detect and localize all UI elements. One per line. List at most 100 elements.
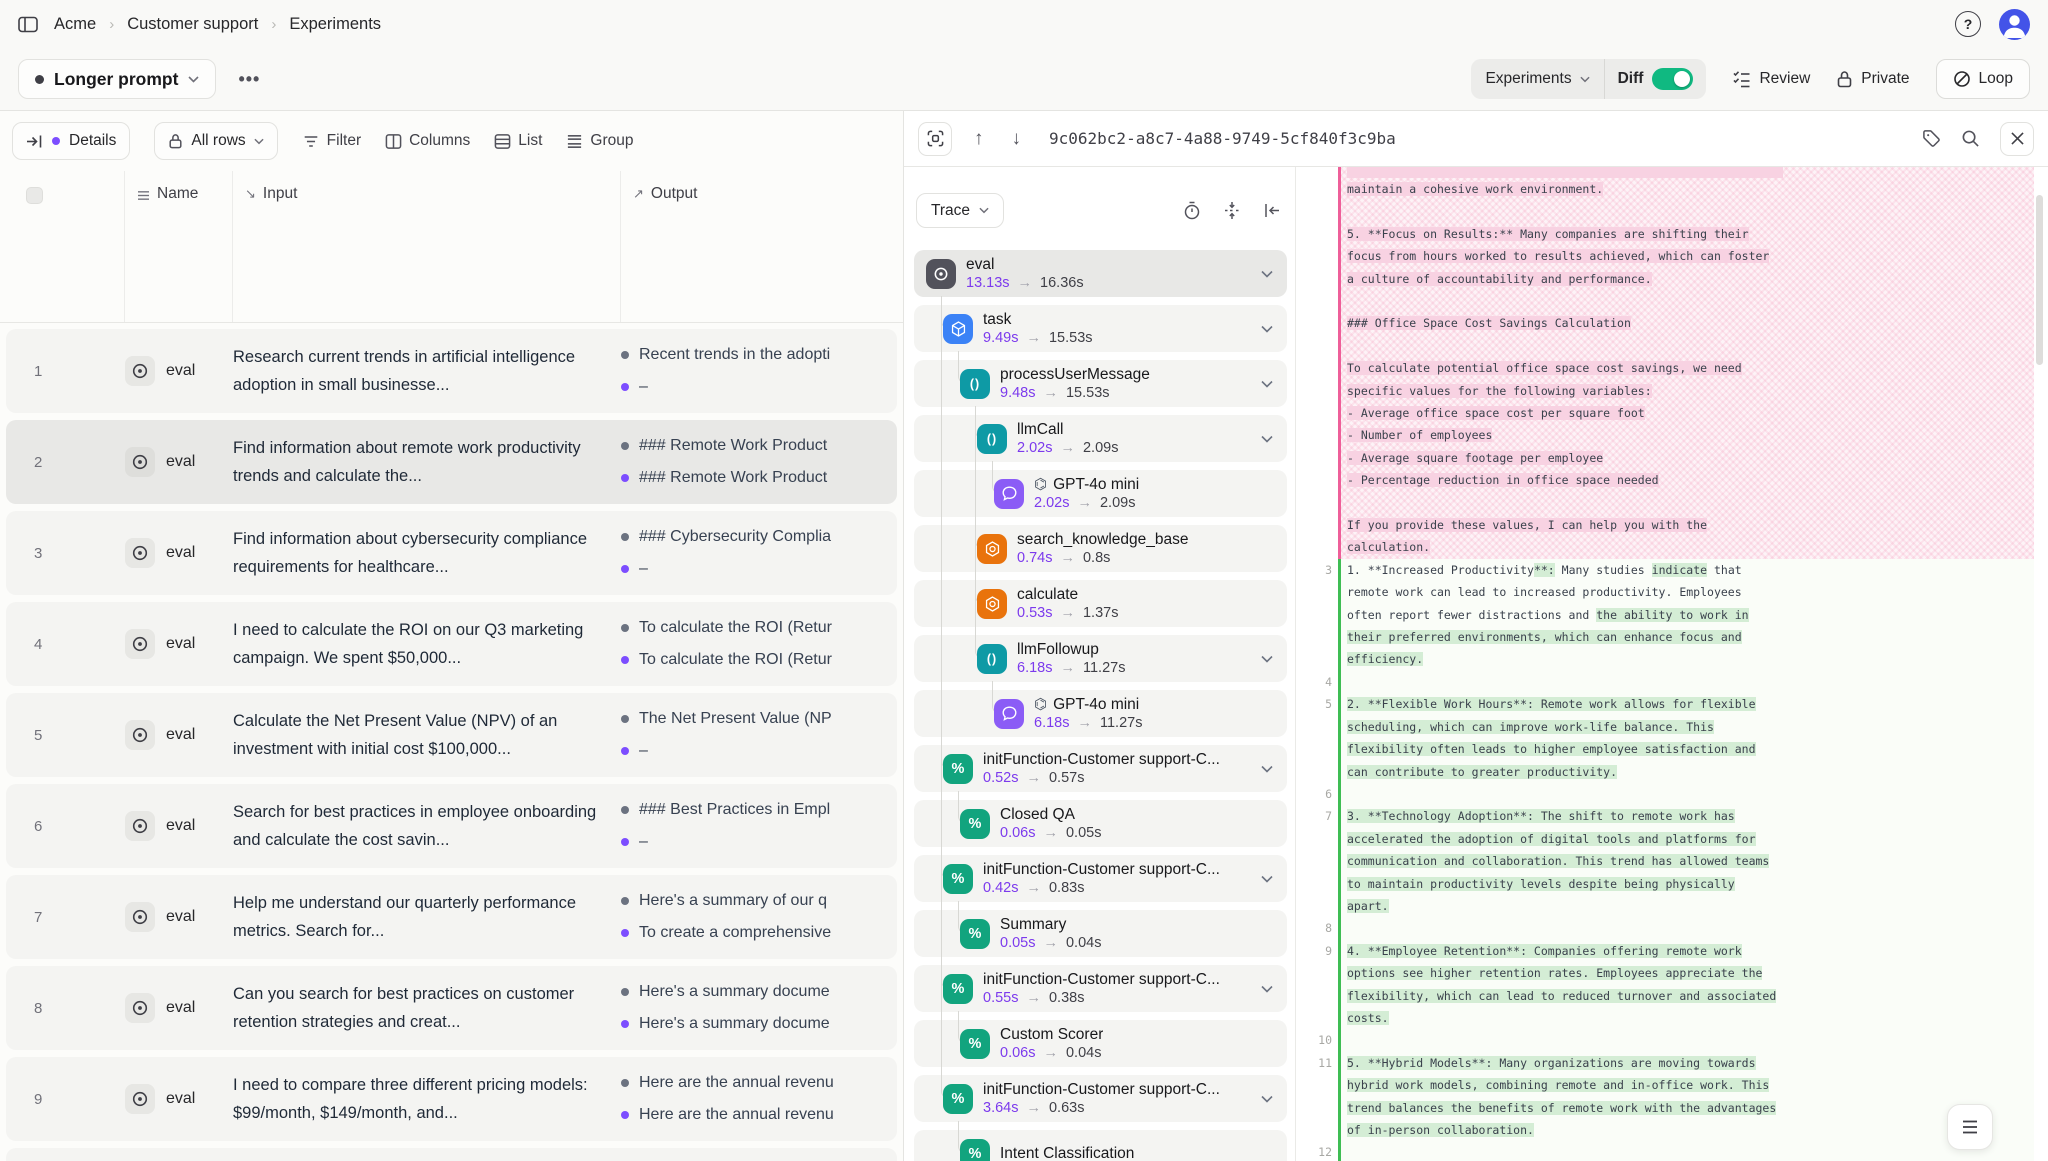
next-row-icon[interactable]: ↓ [1006,128,1028,150]
view-switcher[interactable]: Experiments [1471,70,1603,88]
loop-button[interactable]: Loop [1936,59,2030,99]
diff-line-number: 12 [1296,1141,1332,1161]
diff-line-number: 10 [1296,1029,1332,1051]
output-diff-pane[interactable]: maintain a cohesive work environment. 5. … [1296,167,2048,1161]
trace-span-row[interactable]: % ⌬ Summary 0.05s → 0.04s [914,910,1287,957]
details-button[interactable]: Details [12,122,130,160]
review-button[interactable]: Review [1732,70,1810,88]
eval-target-icon [125,629,155,659]
trace-span-row[interactable]: () ⌬ processUserMessage 9.48s → 15.53s [914,360,1287,407]
table-body: 1 eval Research current trends in artifi… [0,323,903,1161]
outline-button[interactable] [1947,1104,1993,1150]
trace-span-row[interactable]: () ⌬ llmFollowup 6.18s → 11.27s [914,635,1287,682]
rows-filter-button[interactable]: All rows [154,122,277,160]
span-duration-current: 9.48s [1000,384,1035,403]
chevron-down-icon[interactable] [1261,655,1273,663]
trace-span-row[interactable]: ⌬ eval 13.13s → 16.36s [914,250,1287,297]
trace-span-row[interactable]: % ⌬ initFunction-Customer support-C... 0… [914,965,1287,1012]
diff-line: maintain a cohesive work environment. [1296,178,2034,200]
trace-span-row[interactable]: % ⌬ initFunction-Customer support-C... 3… [914,1075,1287,1122]
scrollbar-thumb[interactable] [2036,195,2043,365]
breadcrumb-section[interactable]: Experiments [289,15,381,34]
column-header-name[interactable]: Name [125,171,233,322]
stopwatch-icon[interactable] [1183,201,1201,220]
search-icon[interactable] [1961,129,1980,148]
trace-span-row[interactable]: ⌬ GPT-4o mini 2.02s → 2.09s [914,470,1287,517]
chevron-down-icon[interactable] [1261,380,1273,388]
list-button[interactable]: List [494,132,542,150]
select-all-checkbox[interactable] [26,187,43,204]
diff-line-number: 11 [1296,1052,1332,1142]
trace-span-row[interactable]: ⌬ task 9.49s → 15.53s [914,305,1287,352]
arrow-right-icon: → [1060,604,1075,623]
tag-icon[interactable] [1922,129,1941,148]
output-text: ### Remote Work Product [639,437,827,455]
experiment-selector[interactable]: Longer prompt [18,59,216,99]
table-row[interactable]: 2 eval Find information about remote wor… [6,420,897,504]
span-duration-comparison: 11.27s [1100,714,1142,733]
score-dot-gray [621,351,629,359]
prev-row-icon[interactable]: ↑ [968,128,990,150]
chevron-down-icon[interactable] [1261,765,1273,773]
chevron-down-icon[interactable] [1261,325,1273,333]
help-icon[interactable]: ? [1955,11,1981,37]
chevron-down-icon[interactable] [1261,985,1273,993]
table-row[interactable]: 5 eval Calculate the Net Present Value (… [6,693,897,777]
table-row[interactable]: 7 eval Help me understand our quarterly … [6,875,897,959]
trace-span-row[interactable]: ⌬ GPT-4o mini 6.18s → 11.27s [914,690,1287,737]
column-header-input[interactable]: ↘ Input [233,171,621,322]
collapse-left-icon[interactable] [1263,202,1281,219]
output-text: Here are the annual revenu [639,1074,834,1092]
trace-span-row[interactable]: % ⌬ initFunction-Customer support-C... 0… [914,745,1287,792]
table-row[interactable]: 9 eval I need to compare three different… [6,1057,897,1141]
group-button[interactable]: Group [566,132,633,150]
chevron-down-icon[interactable] [1261,1095,1273,1103]
table-row[interactable]: 8 eval Can you search for best practices… [6,966,897,1050]
diff-line-text: 5. **Hybrid Models**: Many organizations… [1347,1052,1783,1142]
trace-span-row[interactable]: % ⌬ Intent Classification → [914,1130,1287,1161]
trace-detail-panel: ↑ ↓ 9c062bc2-a8c7-4a88-9749-5cf840f3c9ba [904,111,2048,1161]
table-row[interactable]: 3 eval Find information about cybersecur… [6,511,897,595]
expand-trace-button[interactable] [918,122,952,156]
close-icon[interactable] [2000,122,2034,156]
openai-icon: ⌬ [1034,475,1047,494]
private-button[interactable]: Private [1836,70,1909,88]
row-input: I need to calculate the ROI on our Q3 ma… [233,616,621,672]
review-label: Review [1759,70,1810,88]
more-options-icon[interactable]: ••• [230,63,268,96]
trace-span-row[interactable]: () ⌬ llmCall 2.02s → 2.09s [914,415,1287,462]
filter-button[interactable]: Filter [302,132,361,150]
score-dot-gray [621,897,629,905]
trace-span-row[interactable]: % ⌬ Closed QA 0.06s → 0.05s [914,800,1287,847]
diff-line: focus from hours worked to results achie… [1296,245,2034,267]
trace-span-row[interactable]: ⌬ calculate 0.53s → 1.37s [914,580,1287,627]
diff-line-text: maintain a cohesive work environment. [1347,178,1783,200]
span-type-icon [977,534,1007,564]
chevron-down-icon[interactable] [1261,875,1273,883]
columns-button[interactable]: Columns [385,132,470,150]
span-durations: 2.02s → 2.09s [1034,494,1139,513]
sidebar-toggle-icon[interactable] [18,16,38,33]
collapse-vertical-icon[interactable] [1223,201,1241,220]
chevron-down-icon[interactable] [1261,270,1273,278]
diff-line: 52. **Flexible Work Hours**: Remote work… [1296,693,2034,783]
breadcrumb-org[interactable]: Acme [54,15,96,34]
span-duration-comparison: 2.09s [1100,494,1135,513]
diff-toggle[interactable] [1652,68,1693,90]
chevron-down-icon[interactable] [1261,435,1273,443]
table-row[interactable]: 4 eval I need to calculate the ROI on ou… [6,602,897,686]
column-header-output[interactable]: ↗ Output [621,171,903,322]
table-row[interactable]: 6 eval Search for best practices in empl… [6,784,897,868]
trace-span-row[interactable]: ⌬ search_knowledge_base 0.74s → 0.8s [914,525,1287,572]
table-row[interactable]: 1 eval Research current trends in artifi… [6,329,897,413]
trace-span-row[interactable]: % ⌬ Custom Scorer 0.06s → 0.04s [914,1020,1287,1067]
span-type-icon: % [943,864,973,894]
table-row[interactable]: 10 eval Research industry standards for … [6,1148,897,1161]
arrow-right-icon: → [1043,384,1058,403]
avatar[interactable] [1999,9,2030,40]
breadcrumb-project[interactable]: Customer support [127,15,258,34]
span-duration-current: 9.49s [983,329,1018,348]
diff-line-number [1296,268,1332,290]
trace-view-selector[interactable]: Trace [916,193,1004,228]
trace-span-row[interactable]: % ⌬ initFunction-Customer support-C... 0… [914,855,1287,902]
